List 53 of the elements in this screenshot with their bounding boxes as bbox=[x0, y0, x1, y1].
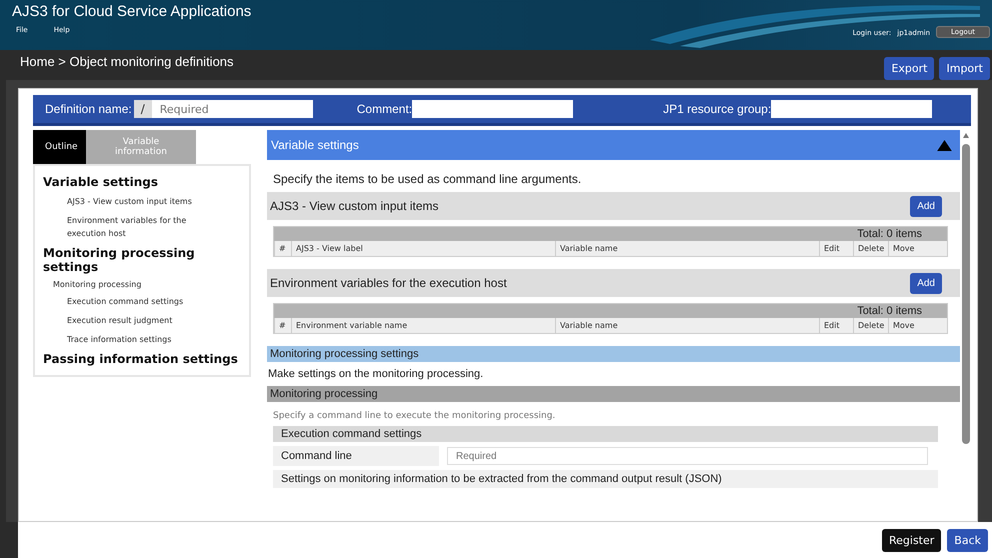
outline-item[interactable]: Execution command settings bbox=[43, 292, 197, 311]
total-count: Total: 0 items bbox=[857, 228, 922, 240]
column-header: Environment variable name bbox=[291, 318, 555, 333]
outline-item[interactable]: Trace information settings bbox=[43, 330, 197, 349]
column-header: # bbox=[274, 318, 291, 333]
path-prefix: / bbox=[134, 100, 152, 118]
command-line-label: Command line bbox=[273, 446, 439, 466]
subsection-title: Environment variables for the execution host bbox=[270, 276, 507, 290]
column-header: Variable name bbox=[555, 318, 819, 333]
definition-name-label: Definition name: bbox=[45, 102, 132, 116]
section-description: Specify the items to be used as command line arguments. bbox=[272, 171, 582, 188]
breadcrumb: Home > Object monitoring definitions bbox=[20, 54, 234, 68]
toolbar-button[interactable]: Import bbox=[939, 56, 990, 80]
column-header: Delete bbox=[853, 241, 888, 256]
column-header: Variable name bbox=[555, 241, 819, 256]
column-header: AJS3 - View label bbox=[291, 241, 555, 256]
sidebar-tab[interactable]: Outline bbox=[33, 130, 86, 164]
group-title: Monitoring processing bbox=[270, 388, 378, 400]
section-title: Monitoring processing settings bbox=[270, 348, 419, 360]
section-title: Variable settings bbox=[271, 138, 359, 152]
hint-text: Specify a command line to execute the monitoring processing. bbox=[272, 410, 556, 423]
resource-group-field[interactable] bbox=[771, 100, 932, 118]
outline-item[interactable]: Passing information settings bbox=[43, 349, 241, 369]
settings-row-title: Settings on monitoring information to be extracted from the command output result (JSON) bbox=[281, 473, 722, 485]
total-count: Total: 0 items bbox=[857, 305, 922, 317]
subsection-title: AJS3 - View custom input items bbox=[270, 199, 439, 213]
column-header: Edit bbox=[819, 318, 853, 333]
collapse-icon[interactable] bbox=[937, 140, 952, 150]
add-button[interactable]: Add bbox=[910, 272, 942, 294]
column-header: Edit bbox=[819, 241, 853, 256]
footer-button[interactable]: Register bbox=[882, 528, 942, 552]
outline-item[interactable]: Monitoring processing bbox=[43, 277, 241, 292]
command-line-field[interactable]: Required bbox=[447, 447, 928, 465]
section-description: Make settings on the monitoring processing. bbox=[267, 367, 484, 382]
column-header: # bbox=[274, 241, 291, 256]
toolbar-button[interactable]: Export bbox=[884, 56, 934, 80]
subgroup-title: Execution command settings bbox=[281, 428, 422, 440]
outline-item[interactable]: AJS3 - View custom input items bbox=[43, 192, 197, 211]
add-button[interactable]: Add bbox=[910, 196, 942, 216]
comment-field[interactable] bbox=[412, 100, 574, 118]
comment-label: Comment: bbox=[356, 102, 412, 116]
footer-button[interactable]: Back bbox=[947, 528, 988, 552]
section-header[interactable]: Variable settings bbox=[267, 130, 960, 160]
column-header: Move bbox=[888, 318, 947, 333]
resource-group-label: JP1 resource group: bbox=[663, 102, 772, 116]
app-title: AJS3 for Cloud Service Applications bbox=[12, 3, 252, 20]
outline-item[interactable]: Environment variables for the execution host bbox=[43, 211, 197, 243]
definition-name-field[interactable]: Required bbox=[152, 100, 313, 118]
column-header: Move bbox=[888, 241, 947, 256]
outline-item[interactable]: Variable settings bbox=[43, 172, 241, 192]
outline-item[interactable]: Monitoring processing settings bbox=[43, 243, 241, 277]
column-header: Delete bbox=[853, 318, 888, 333]
outline-item[interactable]: Execution result judgment bbox=[43, 311, 197, 330]
